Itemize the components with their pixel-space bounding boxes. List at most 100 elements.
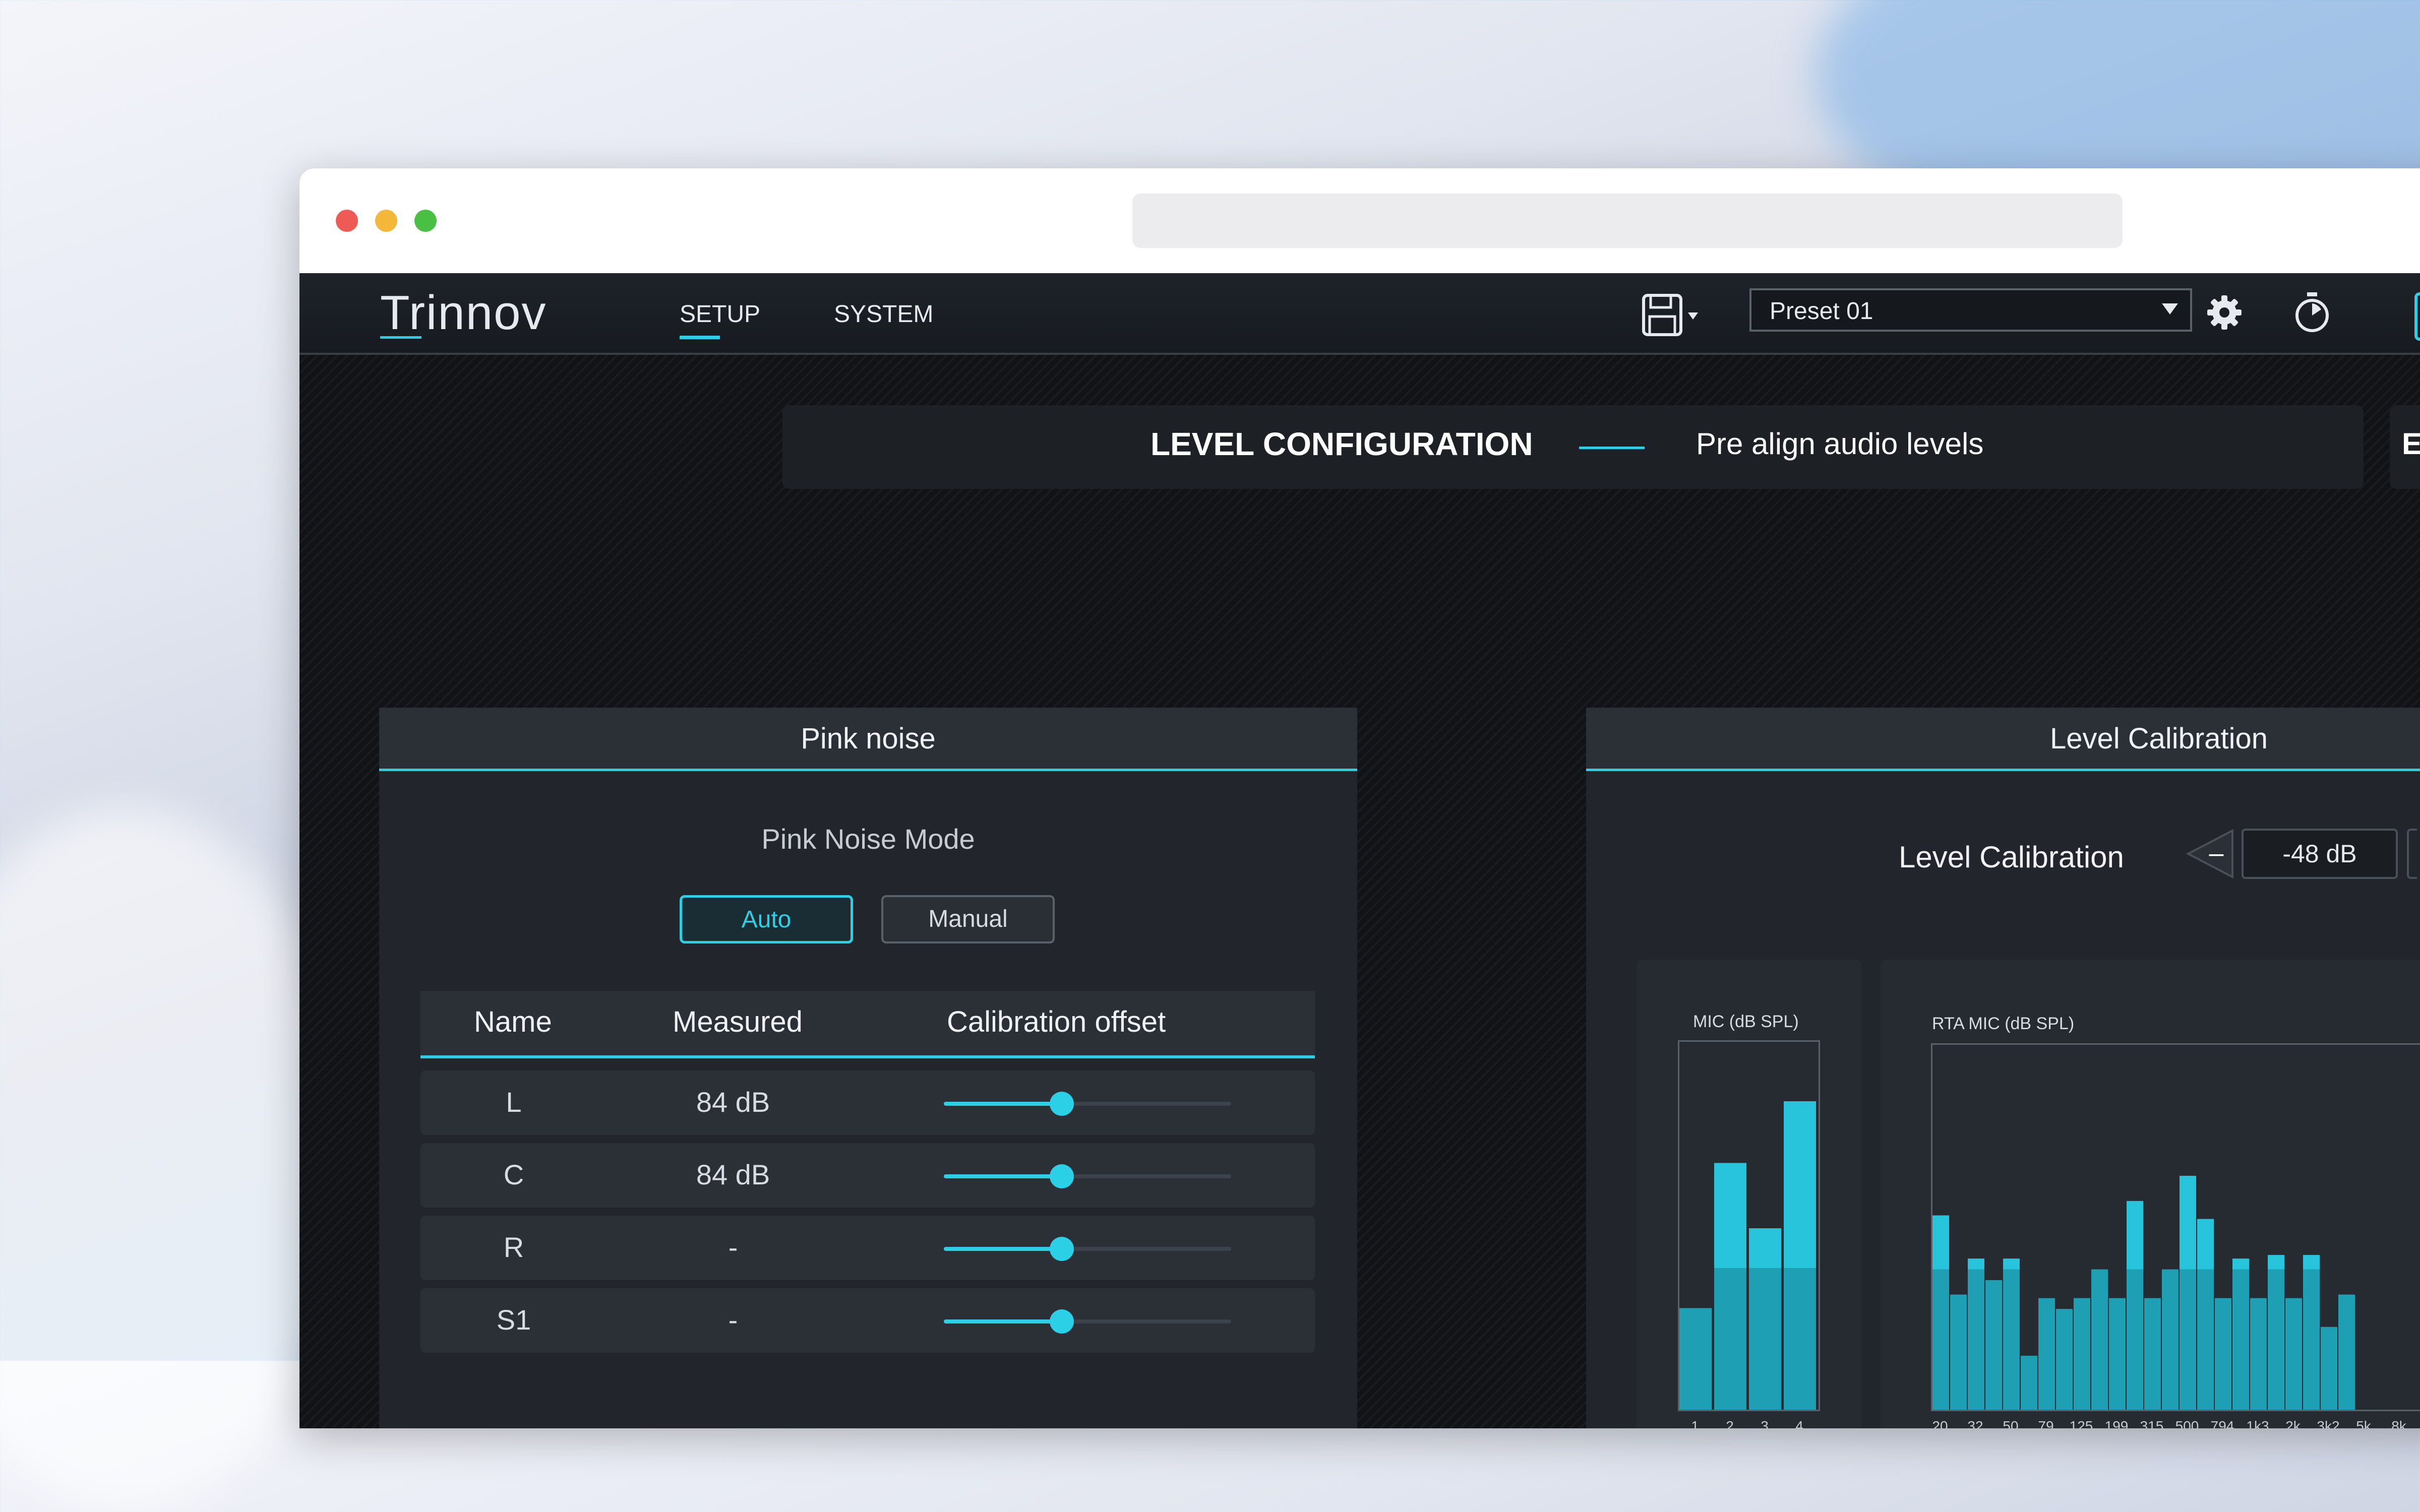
- channel-name: L: [506, 1086, 522, 1118]
- mic-level-panel: MIC (dB SPL) 1 2 3 4: [1637, 960, 1861, 1428]
- tick-label: 20: [1932, 1418, 1948, 1428]
- bar: [2003, 1258, 2020, 1270]
- address-bar[interactable]: [1132, 194, 2123, 248]
- bar-lower: [2003, 1269, 2020, 1410]
- bar-lower: [1968, 1269, 1984, 1410]
- bar-lower: [1679, 1308, 1712, 1410]
- bar-lower: [1784, 1268, 1816, 1410]
- rta-chart-frame: [1931, 1043, 2420, 1411]
- slider-fill: [944, 1102, 1062, 1106]
- manual-mode-button[interactable]: Manual: [881, 895, 1055, 943]
- calibration-offset-slider[interactable]: [944, 1309, 1231, 1334]
- bar-lower: [2250, 1298, 2267, 1410]
- tick-label: 32: [1967, 1418, 1983, 1428]
- calibration-offset-slider[interactable]: [944, 1092, 1231, 1116]
- tick-label: 125: [2069, 1418, 2093, 1428]
- bar-lower: [1950, 1294, 1967, 1410]
- bar-lower: [2268, 1269, 2284, 1410]
- tick-label: 8k: [2391, 1418, 2406, 1428]
- timer-icon[interactable]: [2291, 291, 2333, 334]
- bar: [2268, 1254, 2284, 1270]
- page-title: LEVEL CONFIGURATION: [1151, 426, 1533, 462]
- section-header: LEVEL CONFIGURATION Pre align audio leve…: [782, 405, 2364, 489]
- tick-label: 5k: [2356, 1418, 2371, 1428]
- bar: [1749, 1228, 1781, 1269]
- level-calibration-panel: Level Calibration Level Calibration – -4…: [1586, 708, 2420, 1428]
- bar: [2127, 1201, 2143, 1270]
- pink-noise-mode-label: Pink Noise Mode: [761, 823, 975, 855]
- close-window-button[interactable]: [336, 210, 358, 232]
- increase-level-button[interactable]: [2407, 829, 2417, 879]
- pink-noise-title: Pink noise: [379, 708, 1357, 771]
- preset-select[interactable]: Preset 01: [1749, 288, 2192, 332]
- minimize-window-button[interactable]: [375, 210, 397, 232]
- level-calibration-label: Level Calibration: [1899, 840, 2124, 874]
- next-section-label: E: [2402, 427, 2420, 461]
- decrease-level-button[interactable]: –: [2186, 829, 2234, 879]
- gear-icon[interactable]: [2205, 293, 2244, 332]
- tick-label: 3: [1761, 1418, 1769, 1428]
- bar: [1714, 1163, 1746, 1269]
- slider-fill: [944, 1319, 1062, 1324]
- tick-label: 79: [2038, 1418, 2054, 1428]
- maximize-window-button[interactable]: [414, 210, 437, 232]
- minus-icon: –: [2209, 839, 2224, 868]
- channel-name: R: [503, 1231, 524, 1263]
- level-calibration-value[interactable]: -48 dB: [2242, 829, 2398, 879]
- bar-lower: [2285, 1298, 2302, 1410]
- bar: [1784, 1101, 1816, 1269]
- bar: [2197, 1219, 2214, 1270]
- bar-lower: [2321, 1327, 2337, 1410]
- logo-underline: [380, 336, 421, 339]
- bar-lower: [1932, 1269, 1949, 1410]
- table-row: C 84 dB: [420, 1143, 1315, 1208]
- bar-lower: [2109, 1298, 2126, 1410]
- app-logo: Trinnov: [380, 286, 547, 340]
- mic-chart-frame: [1678, 1040, 1820, 1411]
- slider-handle[interactable]: [1049, 1164, 1074, 1188]
- top-navigation: Trinnov SETUP SYSTEM Preset 01: [299, 273, 2420, 355]
- tick-label: 1: [1691, 1418, 1699, 1428]
- column-header-measured: Measured: [673, 1005, 803, 1038]
- bar-lower: [2338, 1294, 2355, 1410]
- bar-lower: [2074, 1298, 2090, 1410]
- tick-label: 1k3: [2246, 1418, 2269, 1428]
- bar: [2180, 1175, 2196, 1270]
- channel-measured: -: [728, 1231, 738, 1263]
- bar-lower: [1985, 1280, 2002, 1410]
- bar-lower: [1749, 1268, 1781, 1410]
- preset-select-value: Preset 01: [1770, 298, 1873, 325]
- calibration-offset-slider[interactable]: [944, 1164, 1231, 1188]
- calibration-offset-slider[interactable]: [944, 1237, 1231, 1261]
- slider-handle[interactable]: [1049, 1092, 1074, 1116]
- mic-chart-x-axis: 1 2 3 4: [1678, 1418, 1820, 1428]
- table-row: L 84 dB: [420, 1070, 1315, 1135]
- main-content: LEVEL CONFIGURATION Pre align audio leve…: [299, 355, 2420, 1428]
- bar-lower: [2215, 1298, 2231, 1410]
- tick-label: 794: [2210, 1418, 2234, 1428]
- slider-handle[interactable]: [1049, 1309, 1074, 1334]
- slider-fill: [944, 1247, 1062, 1251]
- save-preset-icon[interactable]: [1641, 292, 1701, 338]
- column-header-name: Name: [474, 1005, 552, 1038]
- bar-lower: [2091, 1269, 2108, 1410]
- pink-noise-panel: Pink noise Pink Noise Mode Auto Manual N…: [379, 708, 1357, 1428]
- bar: [1968, 1258, 1984, 1270]
- mic-level-chart: [1679, 1101, 1816, 1410]
- bar-lower: [2144, 1298, 2161, 1410]
- bar-lower: [2162, 1269, 2179, 1410]
- tab-system[interactable]: SYSTEM: [834, 300, 933, 328]
- table-row: R -: [420, 1216, 1315, 1280]
- tab-setup[interactable]: SETUP: [680, 300, 760, 339]
- rta-chart-x-axis: 20 32 50 79 125 199 315 500 794 1k3 2k 3k2 5k 8k: [1931, 1418, 2420, 1428]
- slider-handle[interactable]: [1049, 1237, 1074, 1261]
- next-section-header[interactable]: E: [2390, 405, 2420, 489]
- mic-chart-title: MIC (dB SPL): [1693, 1012, 1799, 1031]
- channel-name: C: [503, 1159, 524, 1190]
- bar-lower: [2232, 1269, 2249, 1410]
- profile-button[interactable]: [2414, 292, 2420, 341]
- channel-table-header: Name Measured Calibration offset: [420, 991, 1315, 1058]
- bar: [2303, 1254, 2320, 1270]
- auto-mode-button[interactable]: Auto: [680, 895, 853, 943]
- chevron-down-icon: [2162, 303, 2178, 314]
